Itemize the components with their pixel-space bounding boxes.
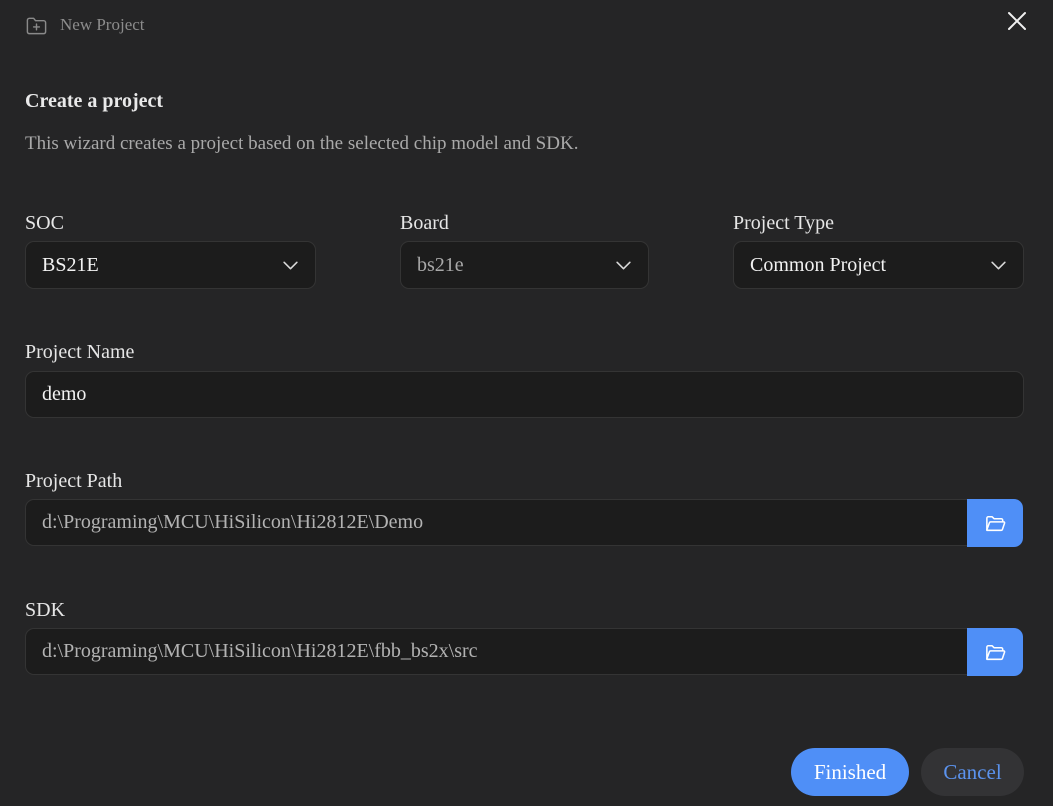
- sdk-label: SDK: [25, 599, 66, 621]
- folder-open-icon: [985, 515, 1005, 531]
- chevron-down-icon: [283, 261, 298, 270]
- board-label: Board: [400, 212, 449, 234]
- project-type-value: Common Project: [750, 253, 887, 276]
- project-name-input[interactable]: demo: [25, 371, 1024, 418]
- dialog-titlebar: New Project: [25, 11, 145, 39]
- project-name-label: Project Name: [25, 341, 135, 363]
- sdk-browse-button[interactable]: [967, 628, 1023, 676]
- chevron-down-icon: [616, 261, 631, 270]
- project-path-input[interactable]: d:\Programing\MCU\HiSilicon\Hi2812E\Demo: [25, 499, 968, 546]
- soc-select[interactable]: BS21E: [25, 241, 316, 289]
- page-heading: Create a project: [25, 90, 164, 112]
- project-type-select[interactable]: Common Project: [733, 241, 1024, 289]
- finished-button[interactable]: Finished: [791, 748, 909, 796]
- project-type-label: Project Type: [733, 212, 834, 234]
- soc-label: SOC: [25, 212, 64, 234]
- page-description: This wizard creates a project based on t…: [25, 133, 579, 154]
- cancel-button[interactable]: Cancel: [921, 748, 1024, 796]
- sdk-path-input[interactable]: d:\Programing\MCU\HiSilicon\Hi2812E\fbb_…: [25, 628, 968, 675]
- folder-plus-icon: [26, 17, 47, 34]
- project-path-browse-button[interactable]: [967, 499, 1023, 547]
- chevron-down-icon: [991, 261, 1006, 270]
- board-select[interactable]: bs21e: [400, 241, 649, 289]
- new-project-dialog: New Project Create a project This wizard…: [0, 0, 1053, 806]
- close-icon[interactable]: [1005, 9, 1029, 33]
- project-path-label: Project Path: [25, 470, 123, 492]
- folder-open-icon: [985, 644, 1005, 660]
- dialog-title: New Project: [60, 15, 145, 34]
- board-value: bs21e: [417, 253, 464, 276]
- soc-value: BS21E: [42, 253, 99, 276]
